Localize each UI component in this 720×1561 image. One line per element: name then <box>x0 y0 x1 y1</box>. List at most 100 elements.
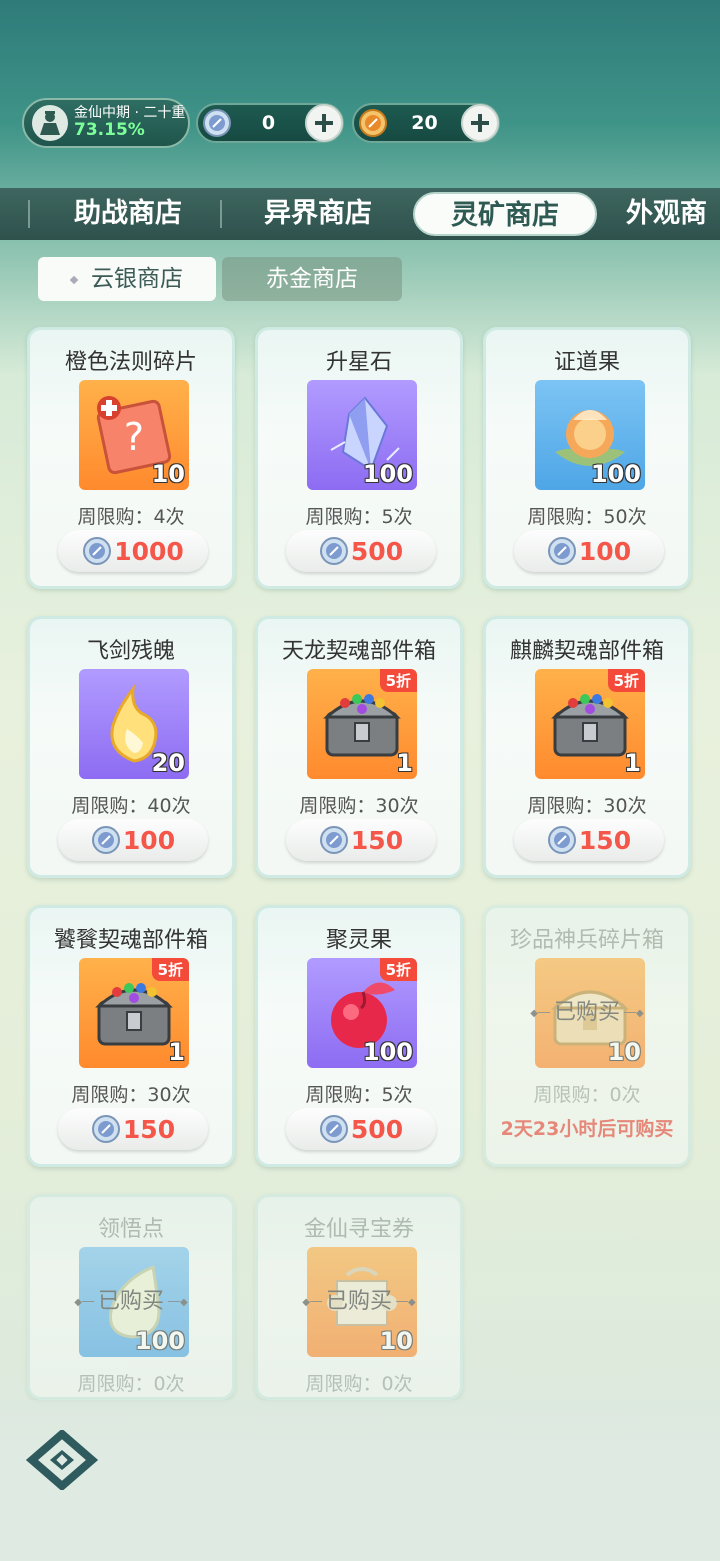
buy-button[interactable]: 150 <box>514 819 664 861</box>
realm-badge[interactable]: 金仙中期 · 二十重 73.15% <box>22 98 190 148</box>
item-name: 麒麟契魂部件箱 <box>509 639 664 664</box>
silver-coin-icon <box>319 1115 348 1143</box>
tab-divider <box>28 200 30 228</box>
buy-button[interactable]: 100 <box>514 530 664 572</box>
item-quantity: 20 <box>151 749 185 777</box>
shop-item-card[interactable]: 证道果 100 周限购：50次 100 <box>483 327 691 589</box>
shop-item-card[interactable]: 麒麟契魂部件箱 5折 1 周限购：30次 150 <box>483 616 691 878</box>
shop-item-card[interactable]: 橙色法则碎片? 10 周限购：4次 1000 <box>27 327 235 589</box>
weekly-limit: 周限购：0次 <box>533 1084 641 1106</box>
silver-coin-icon <box>319 826 348 854</box>
tab-support-shop[interactable]: 助战商店 <box>46 188 210 240</box>
add-gold-button[interactable] <box>461 104 499 142</box>
silver-coin-icon <box>91 826 120 854</box>
tab-ore-shop[interactable]: 灵矿商店 <box>413 192 597 236</box>
gold-currency: 20 <box>352 103 500 143</box>
add-silver-button[interactable] <box>305 104 343 142</box>
weekly-limit: 周限购：30次 <box>299 795 419 817</box>
chest-icon: 5折 1 <box>535 669 645 779</box>
shop-item-card[interactable]: 飞剑残魄 20 周限购：40次 100 <box>27 616 235 878</box>
shop-item-card[interactable]: 升星石 100 周限购：5次 500 <box>255 327 463 589</box>
buy-button[interactable]: 500 <box>286 530 436 572</box>
gold-amount: 20 <box>411 112 438 134</box>
item-quantity: 1 <box>624 749 641 777</box>
item-quantity: 10 <box>151 460 185 488</box>
weekly-limit: 周限购：50次 <box>527 506 647 528</box>
purchased-label: 已购买 <box>30 1283 232 1315</box>
tab-appearance-shop[interactable]: 外观商 <box>626 188 720 240</box>
gold-coin-icon <box>359 109 387 137</box>
item-name: 聚灵果 <box>325 928 392 953</box>
shop-item-card[interactable]: 珍品神兵碎片箱 10 已购买周限购：0次 2天23小时后可购买 <box>483 905 691 1167</box>
subtab-label: 云银商店 <box>91 266 183 292</box>
discount-badge: 5折 <box>607 669 645 692</box>
weekly-limit: 周限购：30次 <box>71 1084 191 1106</box>
crystal-icon: 100 <box>307 380 417 490</box>
status-bar: 金仙中期 · 二十重 73.15% <box>22 98 190 148</box>
discount-badge: 5折 <box>379 958 417 981</box>
price-value: 150 <box>578 825 632 855</box>
item-quantity: 1 <box>396 749 413 777</box>
shop-item-card[interactable]: 领悟点 100 已购买周限购：0次 <box>27 1194 235 1400</box>
shop-tabs: 助战商店 异界商店 灵矿商店 外观商 <box>0 188 720 240</box>
buy-button[interactable]: 150 <box>58 1108 208 1150</box>
subtab-gold-shop[interactable]: 赤金商店 <box>222 257 402 301</box>
buy-button[interactable]: 100 <box>58 819 208 861</box>
weekly-limit: 周限购：0次 <box>305 1373 413 1395</box>
shop-item-card[interactable]: 金仙寻宝券 10 已购买周限购：0次 <box>255 1194 463 1400</box>
silver-coin-icon <box>203 109 231 137</box>
item-name: 金仙寻宝券 <box>303 1217 414 1242</box>
price-value: 150 <box>122 1114 176 1144</box>
subtab-silver-shop[interactable]: 云银商店 <box>38 257 216 301</box>
item-name: 证道果 <box>553 350 620 375</box>
weekly-limit: 周限购：4次 <box>77 506 185 528</box>
item-name: 天龙契魂部件箱 <box>281 639 436 664</box>
diamond-icon <box>69 275 79 284</box>
item-quantity: 100 <box>134 1327 185 1355</box>
item-name: 珍品神兵碎片箱 <box>509 928 664 953</box>
purchased-label: 已购买 <box>258 1283 460 1315</box>
silver-currency: 0 <box>196 103 344 143</box>
orange-rune-icon: ? 10 <box>79 380 189 490</box>
item-name: 升星石 <box>325 350 392 375</box>
item-name: 领悟点 <box>97 1217 164 1242</box>
item-name: 橙色法则碎片 <box>64 350 197 375</box>
chest-icon: 5折 1 <box>307 669 417 779</box>
plus-icon <box>315 114 333 132</box>
silver-coin-icon <box>319 537 348 565</box>
svg-text:?: ? <box>124 415 144 459</box>
red-fruit-icon: 5折 100 <box>307 958 417 1068</box>
price-value: 1000 <box>114 536 184 566</box>
menu-logo-icon[interactable] <box>24 1430 100 1490</box>
shop-item-card[interactable]: 饕餮契魂部件箱 5折 1 周限购：30次 150 <box>27 905 235 1167</box>
item-quantity: 100 <box>590 460 641 488</box>
shop-item-card[interactable]: 聚灵果 5折 100 周限购：5次 500 <box>255 905 463 1167</box>
buy-button[interactable]: 500 <box>286 1108 436 1150</box>
subtab-label: 赤金商店 <box>266 266 358 292</box>
tab-divider <box>220 200 222 228</box>
cultivator-icon <box>40 111 60 135</box>
silver-coin-icon <box>83 537 112 565</box>
price-value: 100 <box>122 825 176 855</box>
buy-button[interactable]: 1000 <box>58 530 208 572</box>
buy-button[interactable]: 150 <box>286 819 436 861</box>
shop-item-card[interactable]: 天龙契魂部件箱 5折 1 周限购：30次 150 <box>255 616 463 878</box>
price-value: 500 <box>350 536 404 566</box>
chest-icon: 5折 1 <box>79 958 189 1068</box>
restock-timer: 2天23小时后可购买 <box>500 1118 674 1140</box>
weekly-limit: 周限购：5次 <box>305 1084 413 1106</box>
weekly-limit: 周限购：40次 <box>71 795 191 817</box>
item-quantity: 10 <box>607 1038 641 1066</box>
item-name: 飞剑残魄 <box>86 639 175 664</box>
silver-coin-icon <box>547 826 576 854</box>
item-quantity: 100 <box>362 460 413 488</box>
silver-amount: 0 <box>261 112 276 134</box>
silver-coin-icon <box>91 1115 120 1143</box>
price-value: 150 <box>350 825 404 855</box>
tab-otherworld-shop[interactable]: 异界商店 <box>236 188 400 240</box>
plus-icon <box>471 114 489 132</box>
realm-level: 金仙中期 · 二十重 <box>74 104 186 121</box>
lotus-fruit-icon: 100 <box>535 380 645 490</box>
weekly-limit: 周限购：30次 <box>527 795 647 817</box>
weekly-limit: 周限购：0次 <box>77 1373 185 1395</box>
